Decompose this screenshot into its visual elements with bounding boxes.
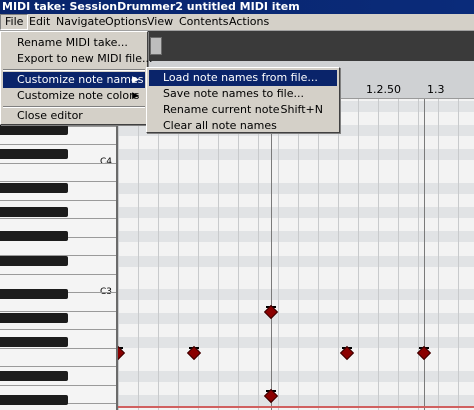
menu-item-customize-note-colors[interactable]: Customize note colors ▶ <box>3 88 145 104</box>
black-key[interactable] <box>0 207 68 217</box>
file-menu: Rename MIDI take... Export to new MIDI f… <box>0 31 152 125</box>
menu-separator <box>3 69 145 71</box>
grid-line <box>118 99 119 410</box>
grid-line <box>138 99 139 410</box>
white-key-edge <box>0 199 116 201</box>
black-key[interactable] <box>0 256 68 266</box>
black-key[interactable] <box>0 125 68 135</box>
grid-row <box>118 371 474 382</box>
menu-item-label: Rename current note <box>163 103 280 116</box>
black-key[interactable] <box>0 313 68 323</box>
menu-item-customize-note-names[interactable]: Customize note names ▶ <box>3 72 145 88</box>
note-names-submenu: Load note names from file... Save note n… <box>146 67 340 133</box>
grid-row <box>118 395 474 406</box>
triangle-right-icon: ▶ <box>132 91 139 101</box>
grid-line <box>318 99 319 410</box>
grid-line <box>358 99 359 410</box>
white-key-edge <box>0 144 116 145</box>
grid-line <box>198 99 199 410</box>
white-key-edge <box>0 273 116 275</box>
note-grid[interactable] <box>118 99 474 410</box>
grid-line <box>178 99 179 410</box>
menu-item-close-editor[interactable]: Close editor <box>3 108 145 124</box>
menu-actions[interactable]: Actions <box>225 14 273 30</box>
menu-edit[interactable]: Edit <box>25 14 54 30</box>
piano-keyboard[interactable]: C4 C3 <box>0 99 118 410</box>
menu-view[interactable]: View <box>143 14 177 30</box>
white-key-edge <box>0 162 116 164</box>
grid-row <box>118 231 474 242</box>
grid-line <box>218 99 219 410</box>
black-key[interactable] <box>0 289 68 299</box>
black-key[interactable] <box>0 337 68 347</box>
menu-item-export-midi[interactable]: Export to new MIDI file... <box>3 51 152 67</box>
window-title: MIDI take: SessionDrummer2 untitled MIDI… <box>0 0 474 14</box>
beat-line <box>424 99 425 410</box>
menu-contents[interactable]: Contents <box>175 14 232 30</box>
white-key-edge <box>0 310 116 312</box>
grid-row <box>118 313 474 324</box>
grid-line <box>458 99 459 410</box>
ruler-tick: 1.2.50 <box>366 83 401 96</box>
grid-line <box>278 99 279 410</box>
grid-line <box>238 99 239 410</box>
menu-item-save-note-names[interactable]: Save note names to file... <box>149 86 337 102</box>
black-key[interactable] <box>0 231 68 241</box>
grid-line <box>158 99 159 410</box>
white-key-edge <box>0 181 116 182</box>
grid-row <box>118 256 474 267</box>
black-key[interactable] <box>0 395 68 405</box>
menu-item-rename-current-note[interactable]: Rename current note Shift+N <box>149 102 337 118</box>
grid-row <box>118 207 474 218</box>
grid-line <box>338 99 339 410</box>
white-key-edge <box>0 347 116 349</box>
menu-item-label: Customize note colors <box>17 89 140 102</box>
ruler-tick: 1.3 <box>427 83 445 96</box>
grid-line <box>258 99 259 410</box>
grid-line <box>378 99 379 410</box>
grid-line <box>298 99 299 410</box>
grid-line <box>418 99 419 410</box>
black-key[interactable] <box>0 183 68 193</box>
grid-row <box>118 289 474 300</box>
range-marker <box>118 406 474 408</box>
white-key-edge <box>0 384 116 386</box>
grid-row <box>118 183 474 194</box>
menu-item-clear-note-names[interactable]: Clear all note names <box>149 118 337 134</box>
menu-bar: File Edit Navigate Options View Contents… <box>0 14 474 31</box>
grid-line <box>398 99 399 410</box>
black-key[interactable] <box>0 149 68 159</box>
menu-item-shortcut: Shift+N <box>280 103 323 116</box>
menu-item-load-note-names[interactable]: Load note names from file... <box>149 70 337 86</box>
menu-item-label: Customize note names <box>17 73 144 86</box>
grid-line <box>438 99 439 410</box>
black-key[interactable] <box>0 371 68 381</box>
triangle-right-icon: ▶ <box>132 75 139 85</box>
beat-line <box>271 99 272 410</box>
white-key-edge <box>0 329 116 330</box>
menu-item-rename-take[interactable]: Rename MIDI take... <box>3 35 145 51</box>
grid-row <box>118 149 474 160</box>
white-key-edge <box>0 366 116 367</box>
white-key-edge <box>0 218 116 219</box>
